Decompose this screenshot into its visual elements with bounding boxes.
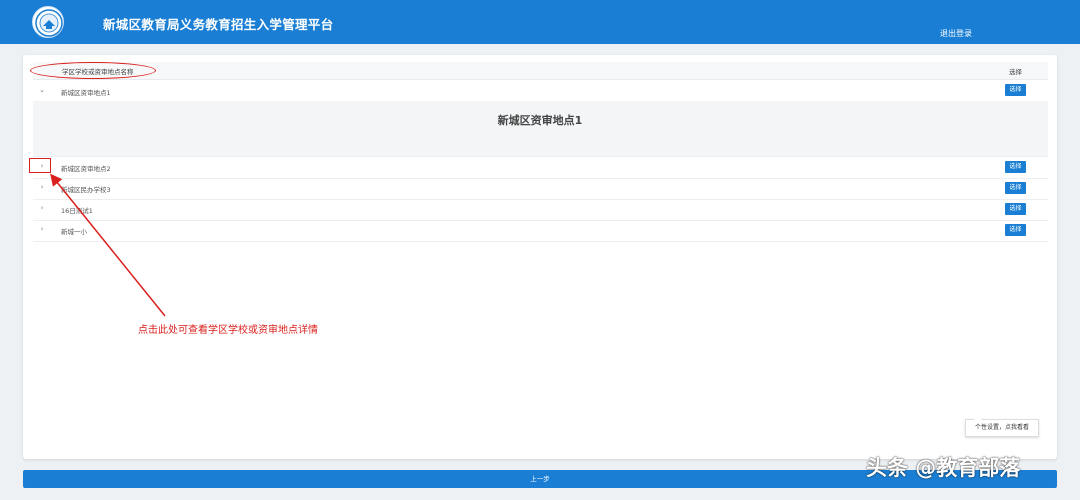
watermark: 头条 @教育部落 [866, 456, 1021, 480]
settings-tooltip[interactable]: 个性设置，点我看看 [965, 415, 1039, 437]
annotation-arrow-icon [50, 173, 166, 317]
annotation-text: 点击此处可查看学区学校或资审地点详情 [138, 325, 318, 336]
